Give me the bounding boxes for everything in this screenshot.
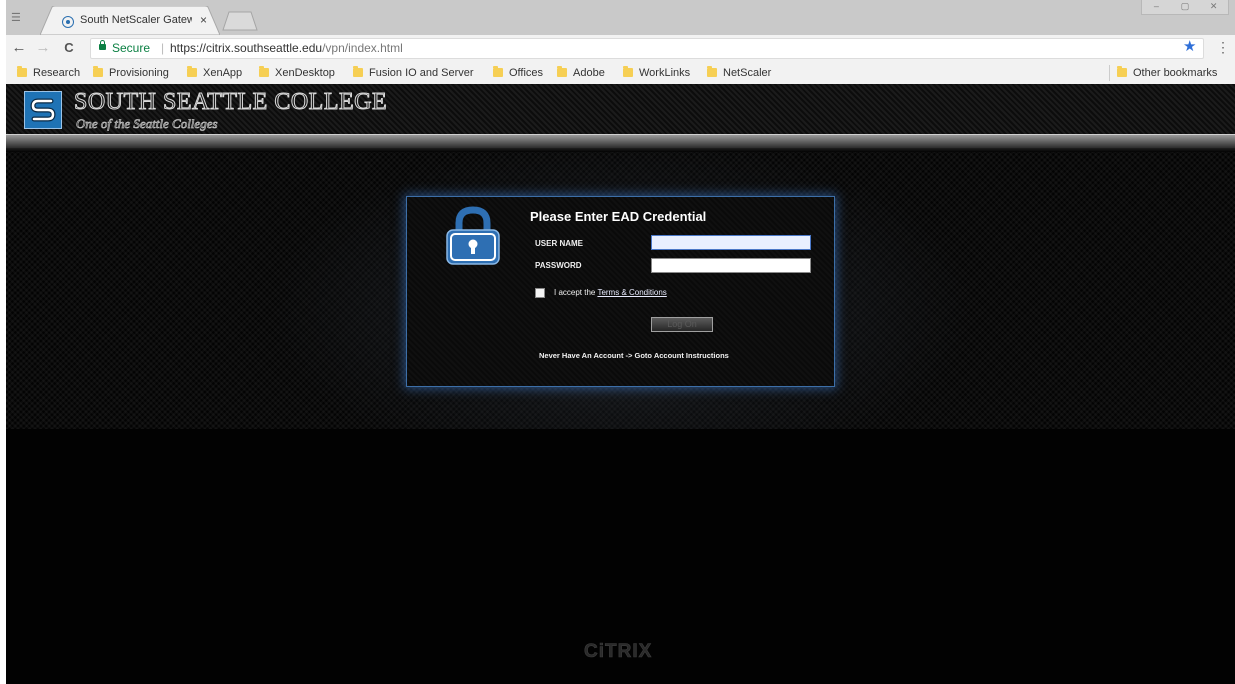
url-separator: | [161,41,165,55]
folder-icon [1117,66,1127,77]
bookmark-item[interactable]: Fusion IO and Server [353,66,474,80]
bookmark-star-icon[interactable]: ★ [1183,38,1196,56]
lock-icon [99,40,106,50]
bookmark-label: Research [33,67,81,79]
minimize-button[interactable]: – [1142,0,1171,14]
maximize-button[interactable]: ▢ [1171,0,1200,14]
secure-label: Secure [112,41,151,55]
accept-terms-prefix: I accept the [554,288,598,297]
bookmark-item[interactable]: XenApp [187,66,242,80]
accept-terms-checkbox[interactable] [535,288,545,298]
password-field[interactable] [651,258,811,273]
college-name: SOUTH SEATTLE COLLEGE [73,89,388,116]
folder-icon [707,66,717,77]
bookmark-item[interactable]: WorkLinks [623,66,690,80]
college-logo-icon [30,98,56,122]
username-label: USER NAME [535,239,584,248]
url-text: https://citrix.southseattle.edu/vpn/inde… [170,39,403,58]
college-logo [24,91,62,129]
folder-icon [623,66,633,77]
folder-icon [259,66,269,77]
padlock-icon [446,206,500,265]
bookmark-divider [1109,65,1110,81]
folder-icon [557,66,567,77]
new-tab-button[interactable] [222,11,258,31]
citrix-logo: CiTRIX [584,641,653,663]
login-panel: Please Enter EAD Credential USER NAME PA… [406,196,835,387]
header-divider-shadow [6,148,1235,152]
other-bookmarks-label: Other bookmarks [1133,67,1218,79]
site-header: SOUTH SEATTLE COLLEGE One of the Seattle… [6,84,1235,134]
tab-search-icon[interactable]: ☰ [11,12,23,24]
folder-icon [17,66,27,77]
folder-icon [353,66,363,77]
browser-tab[interactable]: South NetScaler Gatewa × [40,6,220,35]
account-instructions-text[interactable]: Never Have An Account -> Goto Account In… [539,351,729,360]
college-tagline: One of the Seattle Colleges [76,116,218,132]
bookmark-label: XenApp [203,67,243,79]
close-window-button[interactable]: ✕ [1199,0,1228,14]
bookmark-label: Offices [509,67,544,79]
folder-icon [187,66,197,77]
forward-button[interactable]: → [34,39,52,57]
reload-button[interactable]: C [60,39,78,57]
bookmark-label: Provisioning [109,67,169,79]
accept-terms-label: I accept the Terms & Conditions [554,288,667,297]
bookmark-label: Adobe [573,67,605,79]
url-host: https://citrix.southseattle.edu [170,41,323,55]
bookmark-item[interactable]: Adobe [557,66,605,80]
username-field[interactable] [651,235,811,250]
other-bookmarks[interactable]: Other bookmarks [1117,66,1217,80]
url-path: /vpn/index.html [322,41,403,55]
password-label: PASSWORD [535,261,582,270]
bookmark-item[interactable]: Offices [493,66,543,80]
netscaler-gateway-page: SOUTH SEATTLE COLLEGE One of the Seattle… [6,84,1235,684]
bookmark-label: WorkLinks [639,67,691,79]
bookmarks-bar: Research Provisioning XenApp XenDesktop … [6,62,1235,84]
bookmark-label: Fusion IO and Server [369,67,474,79]
terms-conditions-link[interactable]: Terms & Conditions [597,288,666,297]
log-on-button[interactable]: Log On [651,317,713,332]
header-divider-bar [6,134,1235,148]
tab-close-icon[interactable]: × [200,13,207,27]
favicon-icon [62,16,74,28]
bookmark-label: NetScaler [723,67,772,79]
address-bar[interactable]: Secure | https://citrix.southseattle.edu… [90,38,1204,59]
login-title: Please Enter EAD Credential [530,209,707,224]
bookmark-item[interactable]: XenDesktop [259,66,335,80]
window-controls: – ▢ ✕ [1141,0,1229,15]
tab-strip: ☰ South NetScaler Gatewa × – ▢ ✕ [6,0,1235,35]
back-button[interactable]: ← [10,39,28,57]
browser-menu-icon[interactable]: ⋮ [1216,38,1230,56]
folder-icon [493,66,503,77]
bookmark-label: XenDesktop [275,67,335,79]
bookmark-item[interactable]: Provisioning [93,66,169,80]
folder-icon [93,66,103,77]
tab-title: South NetScaler Gatewa [80,14,192,26]
bookmark-item[interactable]: Research [17,66,80,80]
browser-toolbar: ← → C Secure | https://citrix.southseatt… [6,35,1235,62]
bookmark-item[interactable]: NetScaler [707,66,771,80]
